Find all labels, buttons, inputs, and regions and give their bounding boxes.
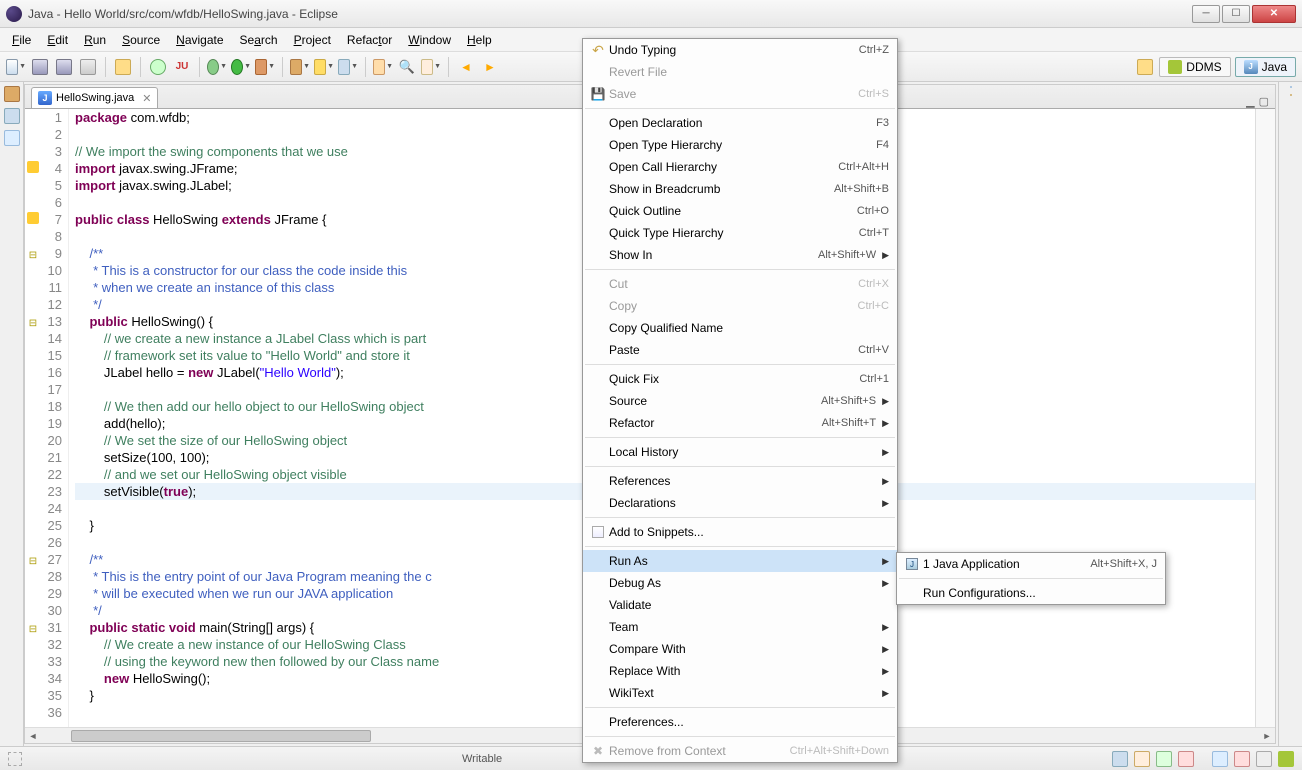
open-perspective-button[interactable] xyxy=(1135,57,1155,77)
search-button[interactable]: 🔍 xyxy=(397,57,417,77)
run-as-submenu: J1 Java ApplicationAlt+Shift+X, J Run Con… xyxy=(896,552,1166,605)
context-menu-item-run-as[interactable]: Run As▶ xyxy=(583,550,897,572)
junit-button[interactable]: JU xyxy=(172,57,192,77)
status-sync-icon[interactable] xyxy=(1112,751,1128,767)
context-menu-item-copy-qualified-name[interactable]: Copy Qualified Name xyxy=(583,317,897,339)
menu-run[interactable]: Run xyxy=(76,30,114,50)
left-trim-bar xyxy=(0,82,24,746)
context-menu-item-refactor[interactable]: RefactorAlt+Shift+T▶ xyxy=(583,412,897,434)
menu-file[interactable]: File xyxy=(4,30,39,50)
debug-button[interactable]: ▼ xyxy=(207,57,227,77)
new-package-button[interactable]: ▼ xyxy=(290,57,310,77)
status-problems-icon[interactable] xyxy=(1234,751,1250,767)
context-menu-item-preferences[interactable]: Preferences... xyxy=(583,711,897,733)
run-button[interactable]: ▼ xyxy=(231,57,251,77)
close-button[interactable]: ✕ xyxy=(1252,5,1296,23)
save-button[interactable] xyxy=(30,57,50,77)
new-type-button[interactable]: ▼ xyxy=(338,57,358,77)
context-menu-item-references[interactable]: References▶ xyxy=(583,470,897,492)
editor-context-menu: ↶Undo TypingCtrl+ZRevert File💾SaveCtrl+S… xyxy=(582,38,898,763)
status-updates-icon[interactable] xyxy=(1134,751,1150,767)
run-as-item-1-java-application[interactable]: J1 Java ApplicationAlt+Shift+X, J xyxy=(897,553,1165,575)
nav-back-icon[interactable]: ◄ xyxy=(456,57,476,77)
context-menu-item-cut: CutCtrl+X xyxy=(583,273,897,295)
java-perspective-icon: J xyxy=(1244,60,1258,74)
status-console-icon[interactable] xyxy=(1256,751,1272,767)
context-menu-item-open-declaration[interactable]: Open DeclarationF3 xyxy=(583,112,897,134)
menu-search[interactable]: Search xyxy=(232,30,286,50)
new-button[interactable]: ▼ xyxy=(6,57,26,77)
external-tools-button[interactable]: ▼ xyxy=(255,57,275,77)
open-type-button[interactable]: ▼ xyxy=(373,57,393,77)
context-menu-item-wikitext[interactable]: WikiText▶ xyxy=(583,682,897,704)
perspective-ddms[interactable]: DDMS xyxy=(1159,57,1230,77)
run-as-item-run-configurations[interactable]: Run Configurations... xyxy=(897,582,1165,604)
status-task-icon[interactable] xyxy=(1178,751,1194,767)
fast-view-icon[interactable] xyxy=(8,752,22,766)
new-java-class-button[interactable] xyxy=(148,57,168,77)
minimize-view-icon[interactable]: ▁ xyxy=(1246,95,1254,108)
right-trim-bar xyxy=(1278,82,1302,746)
perspective-java[interactable]: J Java xyxy=(1235,57,1296,77)
status-heap-icon[interactable] xyxy=(1156,751,1172,767)
perspective-ddms-label: DDMS xyxy=(1186,60,1221,74)
context-menu-item-undo-typing[interactable]: ↶Undo TypingCtrl+Z xyxy=(583,39,897,61)
overview-ruler[interactable] xyxy=(1255,109,1275,727)
eclipse-icon xyxy=(6,6,22,22)
maximize-view-icon[interactable]: ▢ xyxy=(1259,95,1269,108)
package-explorer-icon[interactable] xyxy=(4,86,20,102)
minimize-button[interactable]: ─ xyxy=(1192,5,1220,23)
menu-navigate[interactable]: Navigate xyxy=(168,30,231,50)
menu-source[interactable]: Source xyxy=(114,30,168,50)
save-all-button[interactable] xyxy=(54,57,74,77)
window-titlebar: Java - Hello World/src/com/wfdb/HelloSwi… xyxy=(0,0,1302,28)
maximize-button[interactable]: ☐ xyxy=(1222,5,1250,23)
menu-project[interactable]: Project xyxy=(286,30,339,50)
status-android-icon[interactable] xyxy=(1278,751,1294,767)
context-menu-item-paste[interactable]: PasteCtrl+V xyxy=(583,339,897,361)
context-menu-item-validate[interactable]: Validate xyxy=(583,594,897,616)
editor-tab-label: HelloSwing.java xyxy=(56,92,134,104)
context-menu-item-replace-with[interactable]: Replace With▶ xyxy=(583,660,897,682)
task-list-icon[interactable] xyxy=(1290,94,1292,96)
context-menu-item-open-type-hierarchy[interactable]: Open Type HierarchyF4 xyxy=(583,134,897,156)
nav-forward-icon[interactable]: ► xyxy=(480,57,500,77)
build-button[interactable] xyxy=(113,57,133,77)
context-menu-item-team[interactable]: Team▶ xyxy=(583,616,897,638)
print-button[interactable] xyxy=(78,57,98,77)
perspective-java-label: Java xyxy=(1262,60,1287,74)
type-hierarchy-icon[interactable] xyxy=(4,108,20,124)
context-menu-item-quick-fix[interactable]: Quick FixCtrl+1 xyxy=(583,368,897,390)
outline-icon[interactable] xyxy=(1290,86,1292,88)
context-menu-item-copy: CopyCtrl+C xyxy=(583,295,897,317)
annotations-button[interactable]: ▼ xyxy=(421,57,441,77)
context-menu-item-revert-file: Revert File xyxy=(583,61,897,83)
context-menu-item-compare-with[interactable]: Compare With▶ xyxy=(583,638,897,660)
status-writable: Writable xyxy=(462,753,502,765)
context-menu-item-save: 💾SaveCtrl+S xyxy=(583,83,897,105)
status-breakpoints-icon[interactable] xyxy=(1212,751,1228,767)
navigator-icon[interactable] xyxy=(4,130,20,146)
context-menu-item-show-in-breadcrumb[interactable]: Show in BreadcrumbAlt+Shift+B xyxy=(583,178,897,200)
editor-tab-helloswing[interactable]: J HelloSwing.java ✕ xyxy=(31,87,158,108)
window-title: Java - Hello World/src/com/wfdb/HelloSwi… xyxy=(28,7,1192,21)
context-menu-item-show-in[interactable]: Show InAlt+Shift+W▶ xyxy=(583,244,897,266)
context-menu-item-quick-outline[interactable]: Quick OutlineCtrl+O xyxy=(583,200,897,222)
context-menu-item-open-call-hierarchy[interactable]: Open Call HierarchyCtrl+Alt+H xyxy=(583,156,897,178)
menu-refactor[interactable]: Refactor xyxy=(339,30,400,50)
context-menu-item-local-history[interactable]: Local History▶ xyxy=(583,441,897,463)
context-menu-item-add-to-snippets[interactable]: Add to Snippets... xyxy=(583,521,897,543)
menu-help[interactable]: Help xyxy=(459,30,500,50)
context-menu-item-debug-as[interactable]: Debug As▶ xyxy=(583,572,897,594)
context-menu-item-quick-type-hierarchy[interactable]: Quick Type HierarchyCtrl+T xyxy=(583,222,897,244)
context-menu-item-remove-from-context: ✖Remove from ContextCtrl+Alt+Shift+Down xyxy=(583,740,897,762)
new-class-button[interactable]: ▼ xyxy=(314,57,334,77)
android-icon xyxy=(1168,60,1182,74)
context-menu-item-source[interactable]: SourceAlt+Shift+S▶ xyxy=(583,390,897,412)
context-menu-item-declarations[interactable]: Declarations▶ xyxy=(583,492,897,514)
tab-close-icon[interactable]: ✕ xyxy=(142,92,151,105)
java-file-icon: J xyxy=(38,91,52,105)
menu-window[interactable]: Window xyxy=(400,30,459,50)
menu-edit[interactable]: Edit xyxy=(39,30,76,50)
